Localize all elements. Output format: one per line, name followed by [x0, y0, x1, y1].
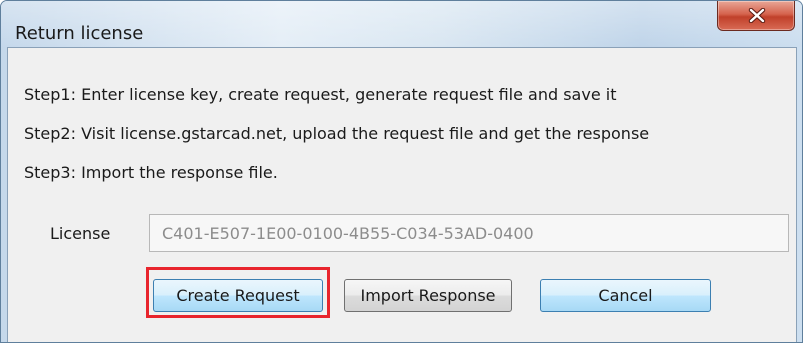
dialog-content: Step1: Enter license key, create request…: [7, 47, 797, 342]
return-license-dialog: Return license Step1: Enter license key,…: [0, 0, 803, 343]
close-icon: [748, 8, 766, 23]
close-button[interactable]: [717, 1, 795, 31]
cancel-button[interactable]: Cancel: [540, 279, 711, 312]
import-response-button[interactable]: Import Response: [344, 279, 512, 312]
license-key-field[interactable]: [149, 214, 789, 252]
step-3-text: Step3: Import the response file.: [24, 163, 278, 182]
create-request-button[interactable]: Create Request: [153, 279, 323, 312]
step-2-text: Step2: Visit license.gstarcad.net, uploa…: [24, 124, 650, 143]
dialog-title: Return license: [15, 23, 144, 44]
title-bar: Return license: [1, 1, 802, 47]
license-label: License: [50, 224, 111, 243]
step-1-text: Step1: Enter license key, create request…: [24, 85, 617, 104]
